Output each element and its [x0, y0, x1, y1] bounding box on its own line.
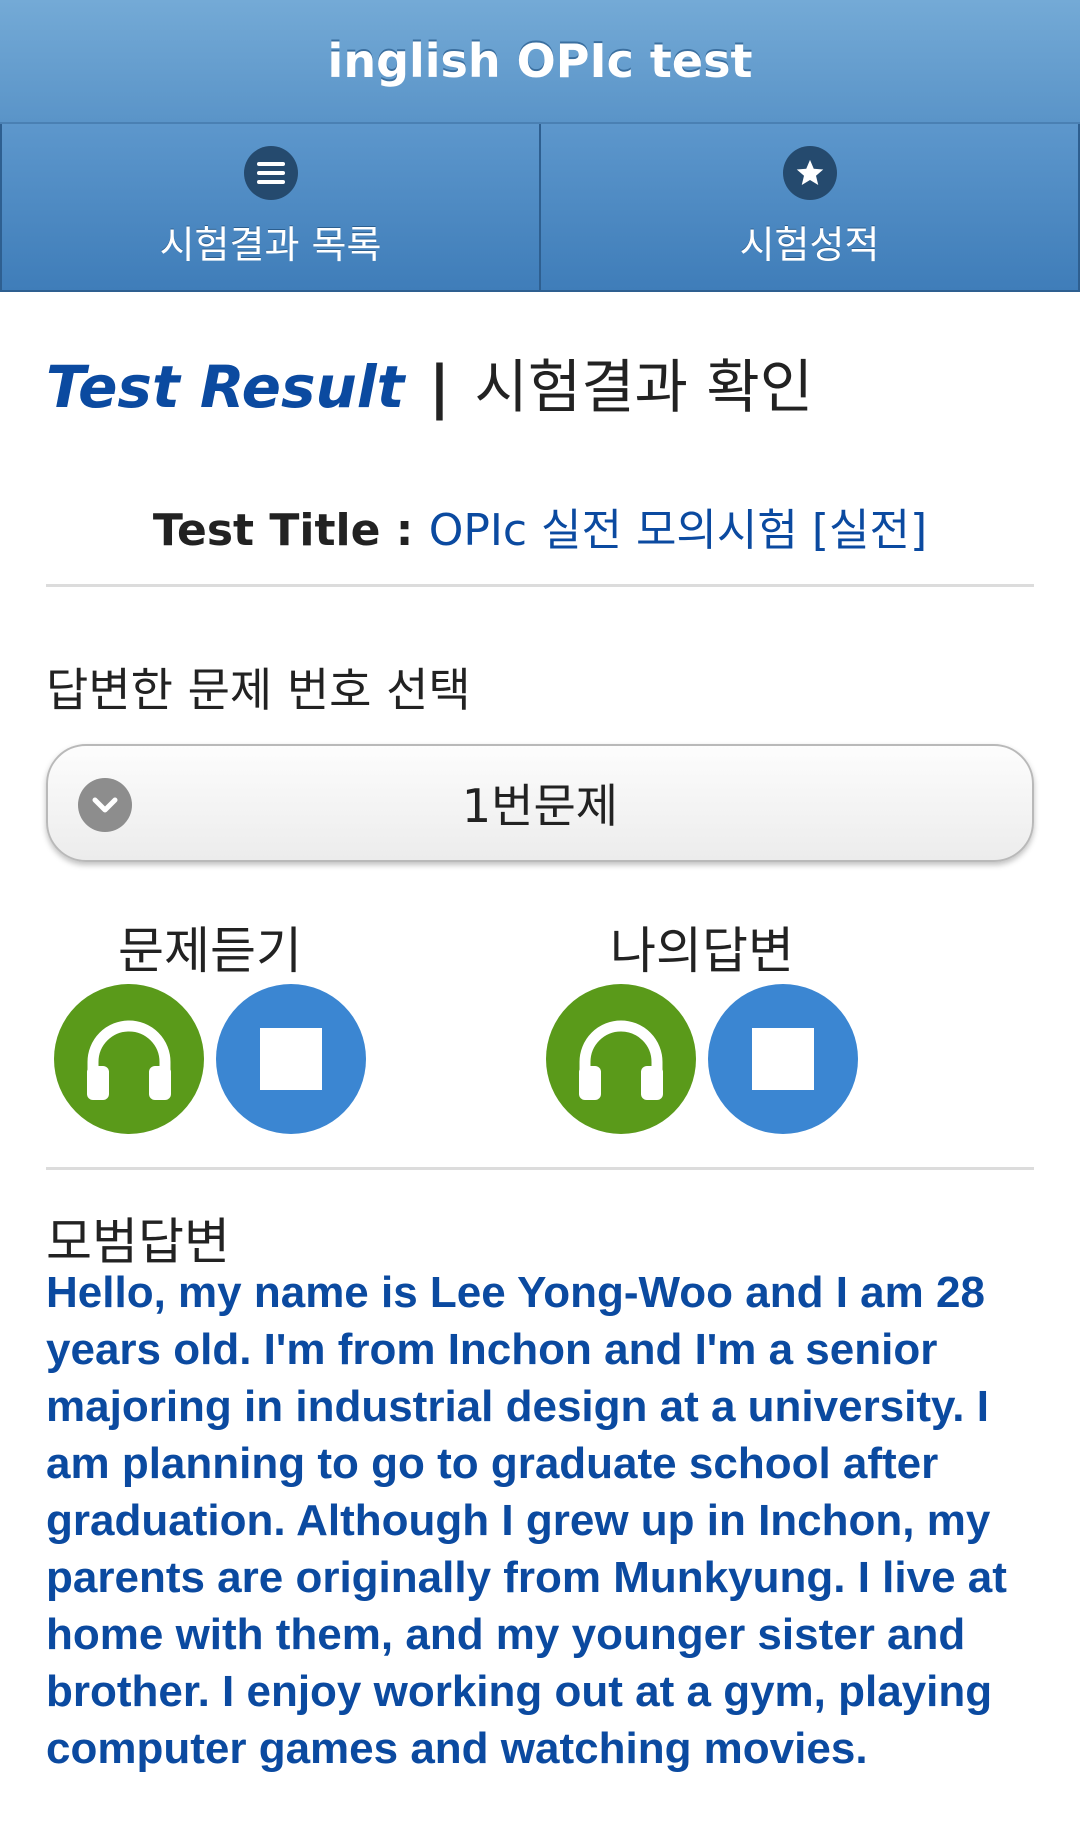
divider — [46, 584, 1034, 587]
app-title: inglish OPIc test — [327, 34, 753, 88]
star-icon — [782, 145, 837, 200]
question-stop-button[interactable] — [216, 984, 366, 1134]
question-select-label: 답변한 문제 번호 선택 — [46, 663, 471, 717]
test-title-value: OPIc 실전 모의시험 [실전] — [428, 505, 928, 556]
answer-play-button[interactable] — [546, 984, 696, 1134]
question-select-value: 1번문제 — [461, 779, 619, 833]
answer-audio-label: 나의답변 — [610, 922, 794, 980]
nav-bar: 시험결과 목록 시험성적 — [0, 124, 1080, 292]
model-answer-text: Hello, my name is Lee Yong-Woo and I am … — [46, 1268, 1007, 1773]
tab-result-list[interactable]: 시험결과 목록 — [0, 124, 541, 292]
page-title-separator: | — [428, 353, 451, 421]
test-title: Test Title : OPIc 실전 모의시험 [실전] — [0, 494, 1080, 558]
answer-audio-group: 나의답변 — [542, 920, 862, 1134]
stop-icon — [260, 1028, 322, 1090]
page-title: Test Result | 시험결과 확인 — [46, 340, 813, 424]
question-select[interactable]: 1번문제 — [46, 744, 1034, 862]
tab-score-label: 시험성적 — [739, 222, 880, 267]
tab-score[interactable]: 시험성적 — [541, 124, 1080, 292]
divider — [46, 1167, 1034, 1170]
page-title-en: Test Result — [46, 353, 405, 421]
headphones-icon — [87, 1020, 171, 1100]
stop-icon — [752, 1028, 814, 1090]
page-title-ko: 시험결과 확인 — [474, 353, 814, 421]
question-play-button[interactable] — [54, 984, 204, 1134]
app-header: inglish OPIc test — [0, 0, 1080, 124]
test-title-label: Test Title : — [152, 505, 414, 556]
chevron-down-icon — [78, 778, 132, 832]
question-audio-group: 문제듣기 — [50, 920, 370, 1134]
list-icon — [243, 145, 298, 200]
answer-stop-button[interactable] — [708, 984, 858, 1134]
question-audio-label: 문제듣기 — [118, 922, 302, 980]
tab-result-list-label: 시험결과 목록 — [159, 222, 382, 267]
headphones-icon — [579, 1020, 663, 1100]
